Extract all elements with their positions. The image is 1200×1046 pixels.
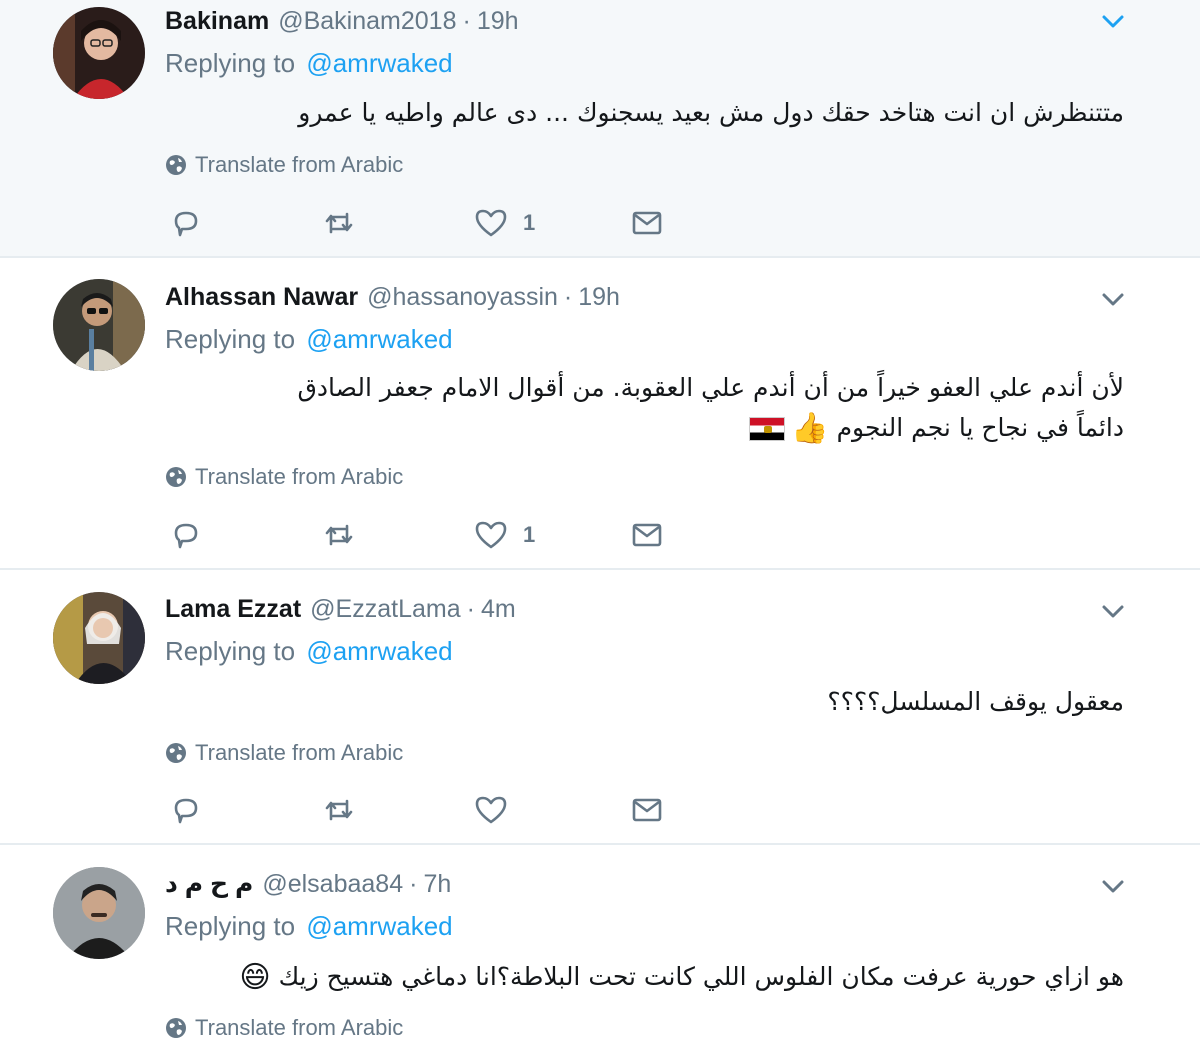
heart-icon xyxy=(475,521,507,549)
tweet-header: Lama Ezzat @EzzatLama · 4m xyxy=(165,592,516,626)
reply-timeline: Bakinam @Bakinam2018 · 19h Replying to @… xyxy=(0,0,1200,1046)
translate-label[interactable]: Translate from Arabic xyxy=(195,152,403,178)
chevron-down-icon[interactable] xyxy=(1098,871,1128,901)
like-button[interactable]: 1 xyxy=(473,517,535,553)
translate-link[interactable]: Translate from Arabic xyxy=(165,464,403,490)
tweet-header: م ح م د @elsabaa84 · 7h xyxy=(165,867,451,901)
display-name[interactable]: Bakinam xyxy=(165,7,269,36)
user-handle[interactable]: @hassanoyassin xyxy=(367,283,558,312)
envelope-icon xyxy=(632,211,662,235)
translate-link[interactable]: Translate from Arabic xyxy=(165,1015,403,1041)
tweet-text-line: دائماً في نجاح يا نجم النجوم 👍 xyxy=(165,408,1124,449)
user-handle[interactable]: @elsabaa84 xyxy=(262,870,403,899)
retweet-icon xyxy=(325,799,353,821)
translate-link[interactable]: Translate from Arabic xyxy=(165,152,403,178)
tweet-text-line: هو ازاي حورية عرفت مكان الفلوس اللي كانت… xyxy=(165,957,1124,998)
translate-link[interactable]: Translate from Arabic xyxy=(165,740,403,766)
timestamp[interactable]: 19h xyxy=(477,7,519,36)
translate-label[interactable]: Translate from Arabic xyxy=(195,1015,403,1041)
replying-label: Replying to xyxy=(165,48,296,78)
timestamp[interactable]: 19h xyxy=(578,283,620,312)
globe-icon xyxy=(166,155,186,175)
globe-icon xyxy=(166,1018,186,1038)
replying-to: Replying to @amrwaked xyxy=(165,911,453,942)
chevron-down-icon[interactable] xyxy=(1098,6,1128,36)
tweet-text: معقول يوقف المسلسل؟؟؟؟ xyxy=(165,682,1124,722)
tweet-text-line: لأن أندم علي العفو خيراً من أن أندم علي … xyxy=(297,373,1124,402)
display-name[interactable]: Alhassan Nawar xyxy=(165,283,358,312)
thumbs-up-emoji: 👍 xyxy=(791,411,829,446)
envelope-icon xyxy=(632,798,662,822)
translate-label[interactable]: Translate from Arabic xyxy=(195,740,403,766)
tweet-text: متتنظرش ان انت هتاخد حقك دول مش بعيد يسج… xyxy=(165,93,1124,133)
avatar[interactable] xyxy=(53,279,145,371)
tweet-text: هو ازاي حورية عرفت مكان الفلوس اللي كانت… xyxy=(165,957,1124,998)
reply-button[interactable] xyxy=(168,205,204,241)
separator-dot: · xyxy=(409,869,418,898)
separator-dot: · xyxy=(466,594,475,623)
avatar[interactable] xyxy=(53,7,145,99)
avatar[interactable] xyxy=(53,867,145,959)
replying-to: Replying to @amrwaked xyxy=(165,324,453,355)
timestamp[interactable]: 7h xyxy=(423,870,451,899)
tweet-text-line-text: دائماً في نجاح يا نجم النجوم xyxy=(836,413,1124,442)
timestamp[interactable]: 4m xyxy=(481,595,516,624)
tweet-header: Alhassan Nawar @hassanoyassin · 19h xyxy=(165,280,620,314)
replying-to: Replying to @amrwaked xyxy=(165,48,453,79)
tweet-text-line: معقول يوقف المسلسل؟؟؟؟ xyxy=(827,687,1124,716)
reply-button[interactable] xyxy=(168,792,204,828)
like-count: 1 xyxy=(523,522,536,547)
retweet-button[interactable] xyxy=(321,205,357,241)
avatar[interactable] xyxy=(53,592,145,684)
tweet-text-line: متتنظرش ان انت هتاخد حقك دول مش بعيد يسج… xyxy=(298,98,1124,127)
chevron-down-icon[interactable] xyxy=(1098,284,1128,314)
like-button[interactable] xyxy=(473,792,523,828)
envelope-icon xyxy=(632,523,662,547)
mention-link[interactable]: @amrwaked xyxy=(306,324,452,354)
mention-link[interactable]: @amrwaked xyxy=(306,911,452,941)
replying-label: Replying to xyxy=(165,324,296,354)
translate-label[interactable]: Translate from Arabic xyxy=(195,464,403,490)
direct-message-button[interactable] xyxy=(629,205,665,241)
heart-icon xyxy=(475,209,507,237)
user-handle[interactable]: @EzzatLama xyxy=(310,595,460,624)
reply-button[interactable] xyxy=(168,517,204,553)
heart-icon xyxy=(475,796,507,824)
direct-message-button[interactable] xyxy=(629,792,665,828)
egypt-flag-icon xyxy=(749,417,786,441)
reply-icon xyxy=(174,211,198,237)
grinning-emoji: 😄 xyxy=(239,960,271,995)
replying-label: Replying to xyxy=(165,636,296,666)
globe-icon xyxy=(166,467,186,487)
tweet[interactable]: Bakinam @Bakinam2018 · 19h Replying to @… xyxy=(0,0,1200,258)
reply-icon xyxy=(174,798,198,824)
replying-label: Replying to xyxy=(165,911,296,941)
tweet[interactable]: Alhassan Nawar @hassanoyassin · 19h Repl… xyxy=(0,258,1200,570)
tweet-header: Bakinam @Bakinam2018 · 19h xyxy=(165,4,519,38)
user-handle[interactable]: @Bakinam2018 xyxy=(278,7,456,36)
mention-link[interactable]: @amrwaked xyxy=(306,48,452,78)
direct-message-button[interactable] xyxy=(629,517,665,553)
reply-icon xyxy=(174,523,198,549)
retweet-icon xyxy=(325,524,353,546)
display-name[interactable]: Lama Ezzat xyxy=(165,595,301,624)
like-button[interactable]: 1 xyxy=(473,205,535,241)
retweet-button[interactable] xyxy=(321,517,357,553)
retweet-icon xyxy=(325,212,353,234)
tweet-text-line-text: هو ازاي حورية عرفت مكان الفلوس اللي كانت… xyxy=(278,962,1124,991)
retweet-button[interactable] xyxy=(321,792,357,828)
like-count: 1 xyxy=(523,210,536,235)
globe-icon xyxy=(166,743,186,763)
separator-dot: · xyxy=(462,6,471,35)
display-name[interactable]: م ح م د xyxy=(165,869,253,899)
separator-dot: · xyxy=(563,282,573,311)
tweet[interactable]: Lama Ezzat @EzzatLama · 4m Replying to @… xyxy=(0,570,1200,845)
tweet[interactable]: م ح م د @elsabaa84 · 7h Replying to @amr… xyxy=(0,845,1200,1046)
mention-link[interactable]: @amrwaked xyxy=(306,636,452,666)
tweet-text: لأن أندم علي العفو خيراً من أن أندم علي … xyxy=(165,368,1124,449)
replying-to: Replying to @amrwaked xyxy=(165,636,453,667)
chevron-down-icon[interactable] xyxy=(1098,596,1128,626)
